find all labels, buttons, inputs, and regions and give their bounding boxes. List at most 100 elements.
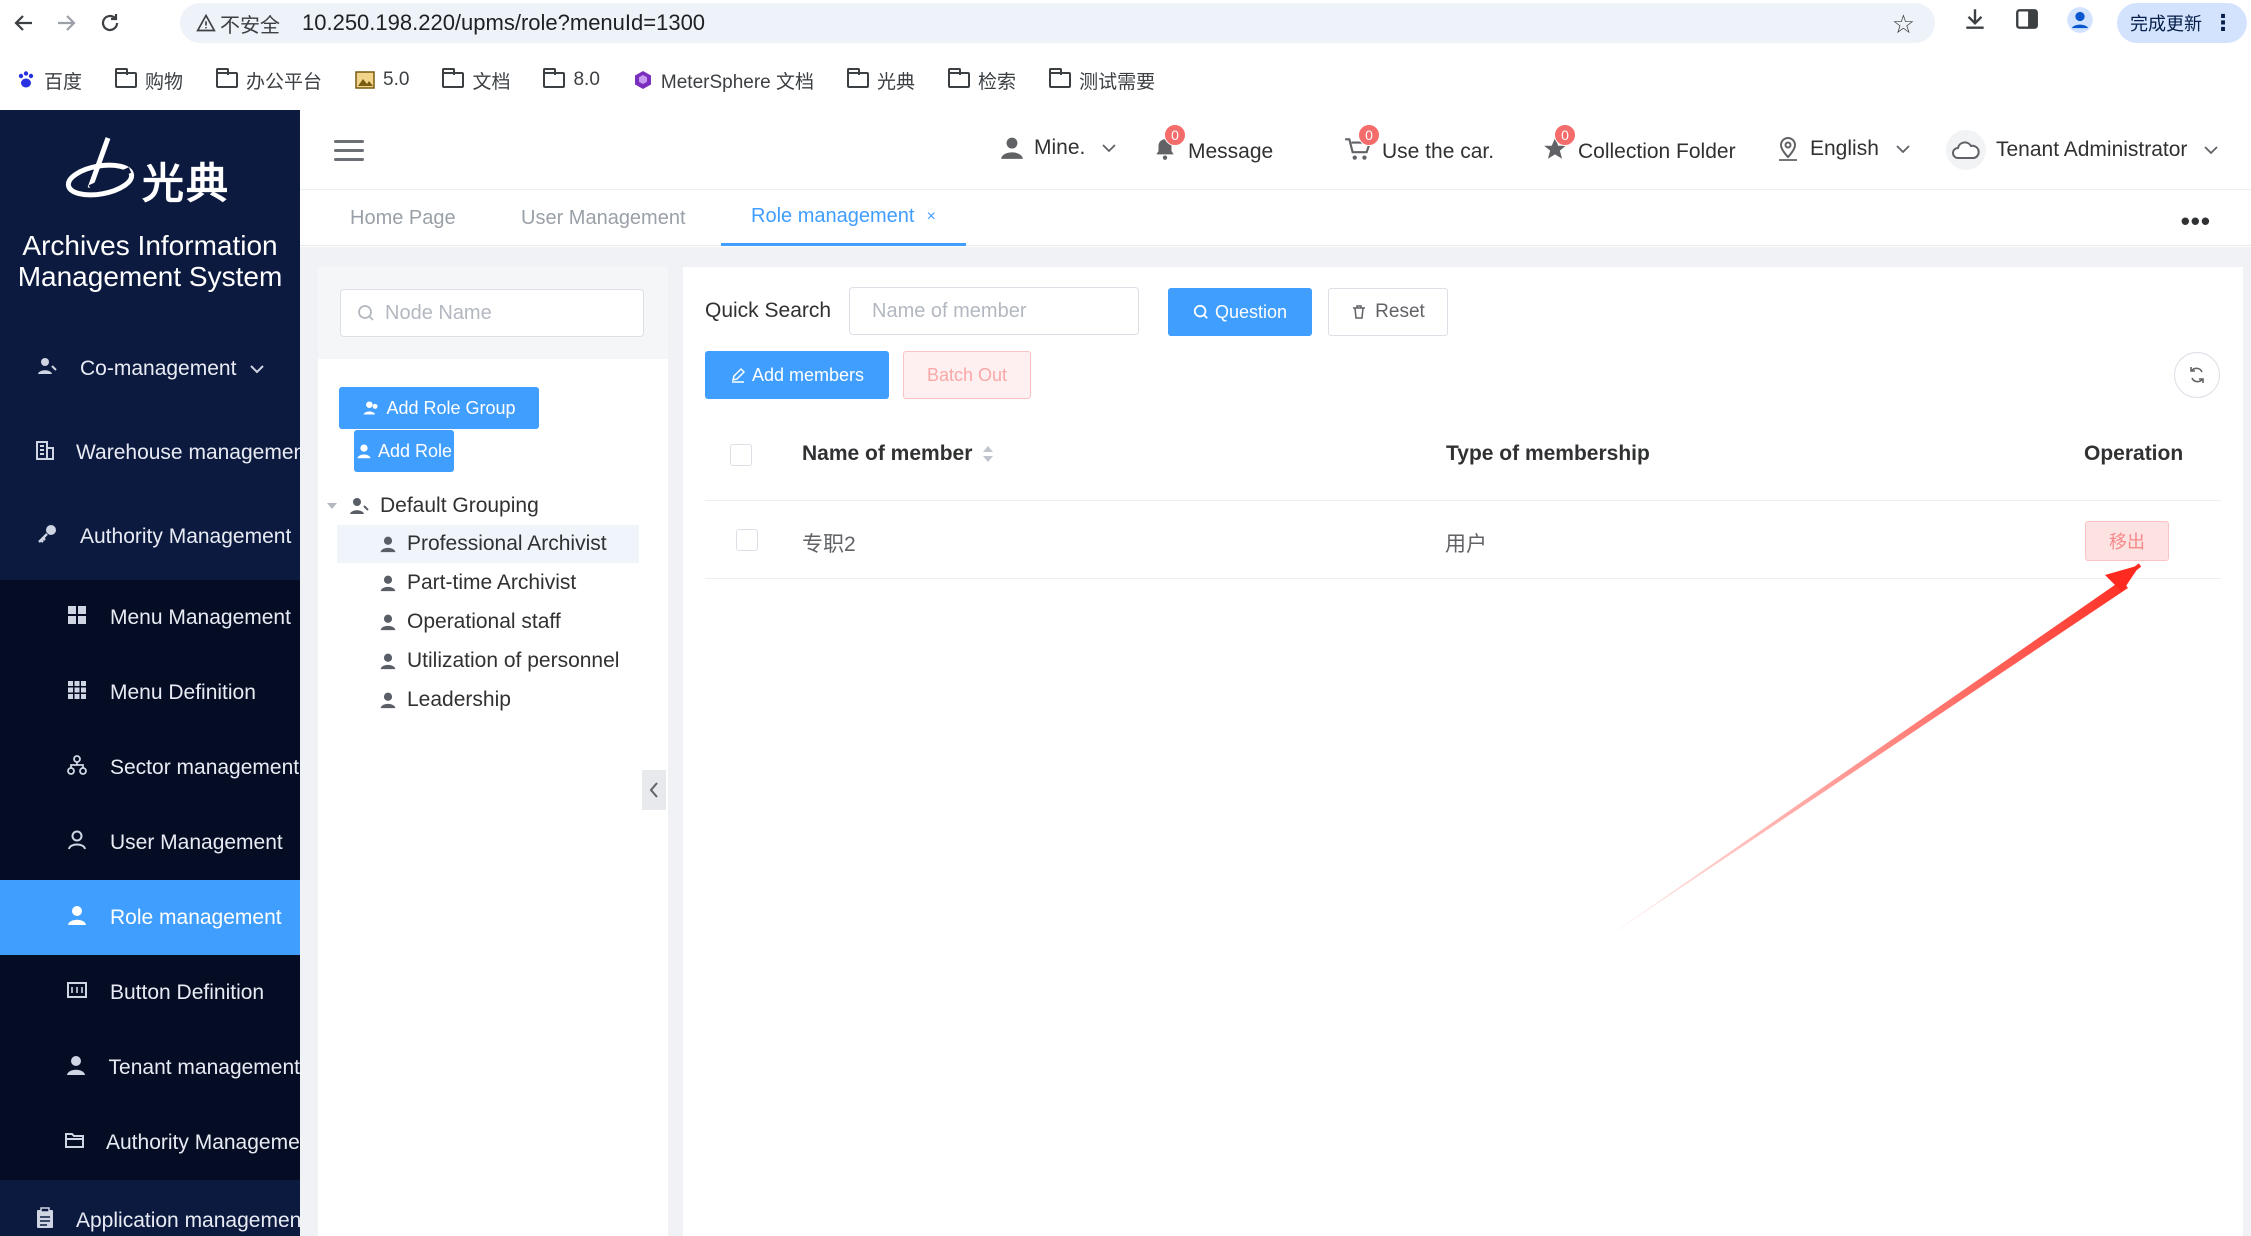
button-box-icon — [64, 979, 90, 1007]
sidebar-item-sector-management[interactable]: Sector management — [0, 730, 300, 805]
sidebar-item-label: Button Definition — [110, 980, 265, 1004]
user-filled-icon — [380, 692, 396, 709]
side-panel-icon[interactable] — [2014, 6, 2040, 39]
tree-node-label: Utilization of personnel — [407, 649, 620, 672]
sidebar-item-menu-definition[interactable]: Menu Definition — [0, 655, 300, 730]
user-filled-icon — [357, 444, 371, 459]
tree-node-operational-staff[interactable]: Operational staff — [379, 603, 561, 641]
sidebar-item-role-management[interactable]: Role management — [0, 880, 300, 955]
tenant-dropdown[interactable]: Tenant Administrator — [1946, 130, 2219, 170]
quick-search-label: Quick Search — [705, 299, 832, 322]
add-members-button[interactable]: Add members — [705, 351, 889, 399]
insecure-label: 不安全 — [220, 14, 280, 37]
tree-node-leadership[interactable]: Leadership — [379, 681, 511, 719]
sidebar-item-menu-management[interactable]: Menu Management — [0, 580, 300, 655]
bookmark-label: 5.0 — [383, 69, 410, 90]
sidebar-item-button-definition[interactable]: Button Definition — [0, 955, 300, 1030]
add-role-button[interactable]: Add Role — [354, 430, 454, 472]
finish-update-button[interactable]: 完成更新 ⋮ — [2117, 3, 2247, 43]
bookmark-star-icon[interactable]: ☆ — [1892, 9, 1915, 40]
table-divider — [705, 578, 2221, 579]
insecure-indicator[interactable]: 不安全 — [196, 9, 280, 38]
star-icon: 0 — [1542, 124, 1576, 168]
back-arrow-icon[interactable] — [0, 0, 48, 46]
reload-icon[interactable] — [86, 0, 134, 46]
sort-caret-icon[interactable] — [982, 445, 994, 463]
user-filled-icon — [380, 536, 396, 553]
bookmark-search[interactable]: 检索 — [947, 67, 1016, 94]
bookmark-office[interactable]: 办公平台 — [215, 67, 323, 94]
collapse-panel-chevron-left-icon[interactable] — [642, 770, 666, 810]
sidebar-item-warehouse-management[interactable]: Warehouse management — [0, 415, 300, 490]
tab-home-page[interactable]: Home Page — [350, 190, 456, 246]
collection-label: Collection Folder — [1578, 140, 1736, 163]
trash-icon — [1353, 305, 1366, 319]
hamburger-menu-icon[interactable] — [334, 140, 364, 162]
add-role-group-button[interactable]: Add Role Group — [339, 387, 539, 429]
download-icon[interactable] — [1962, 6, 1988, 39]
grid-icon — [64, 604, 90, 632]
add-members-label: Add members — [751, 364, 865, 385]
system-title-line2: Management System — [17, 261, 283, 292]
remove-label: 移出 — [2109, 532, 2145, 552]
node-name-placeholder: Node Name — [385, 301, 492, 324]
url-text[interactable]: 10.250.198.220/upms/role?menuId=1300 — [302, 10, 705, 36]
bookmark-shopping[interactable]: 购物 — [114, 67, 183, 94]
tree-node-default-grouping[interactable]: Default Grouping — [326, 487, 539, 525]
bookmark-test-needs[interactable]: 测试需要 — [1048, 67, 1155, 94]
system-title: Archives Information Management System — [0, 230, 300, 292]
question-search-button[interactable]: Question — [1168, 288, 1312, 336]
sidebar-item-authority-management[interactable]: Authority Management — [0, 499, 300, 574]
member-name-search-input[interactable]: Name of member — [849, 287, 1139, 335]
sidebar-item-application-management[interactable]: Application management — [0, 1183, 300, 1236]
chevron-down-icon — [1896, 145, 1910, 154]
bookmark-baidu[interactable]: 百度 — [16, 67, 82, 94]
logo-text: 光典 — [142, 160, 231, 207]
bookmark-8-0[interactable]: 8.0 — [542, 68, 600, 91]
sidebar-item-label: Menu Definition — [110, 680, 256, 704]
sidebar-item-user-management[interactable]: User Management — [0, 805, 300, 880]
column-header-label: Operation — [2084, 442, 2184, 465]
chevron-down-icon — [250, 361, 265, 377]
more-horizontal-icon[interactable]: ••• — [2181, 206, 2211, 237]
bookmark-docs[interactable]: 文档 — [441, 67, 510, 94]
sidebar-item-co-management[interactable]: Co-management — [0, 331, 300, 406]
message-link[interactable]: 0 Message — [1152, 124, 1273, 168]
tree-node-part-time-archivist[interactable]: Part-time Archivist — [379, 564, 576, 602]
forward-arrow-icon[interactable] — [42, 0, 90, 46]
select-all-checkbox[interactable] — [730, 444, 752, 466]
address-bar[interactable]: 不安全 10.250.198.220/upms/role?menuId=1300… — [180, 3, 1935, 43]
row-checkbox[interactable] — [736, 529, 758, 551]
refresh-icon[interactable] — [2174, 352, 2220, 398]
tree-node-professional-archivist[interactable]: Professional Archivist — [337, 525, 639, 563]
node-name-search-input[interactable]: Node Name — [340, 289, 644, 337]
bookmark-metersphere[interactable]: MeterSphere 文档 — [633, 67, 814, 94]
car-link[interactable]: 0 Use the car. — [1344, 124, 1494, 168]
column-header-member-name[interactable]: Name of member — [802, 442, 994, 466]
reset-button[interactable]: Reset — [1328, 288, 1448, 336]
bookmark-label: 8.0 — [573, 69, 600, 90]
tab-label: Home Page — [350, 206, 456, 229]
member-name-cell: 专职2 — [802, 533, 856, 556]
member-panel: Quick Search Name of member Question Res… — [683, 267, 2243, 1236]
batch-out-button[interactable]: Batch Out — [903, 351, 1031, 399]
folder-icon — [114, 68, 138, 88]
close-icon[interactable]: × — [926, 208, 935, 226]
folder-icon — [1048, 68, 1072, 88]
reset-label: Reset — [1375, 301, 1425, 322]
bookmark-label: 办公平台 — [246, 71, 323, 93]
sidebar-item-tenant-management[interactable]: Tenant management — [0, 1030, 300, 1105]
tree-node-utilization-of-personnel[interactable]: Utilization of personnel — [379, 642, 619, 680]
language-dropdown[interactable]: English — [1776, 136, 1911, 162]
mine-dropdown[interactable]: Mine. — [1000, 136, 1117, 160]
collection-folder-link[interactable]: 0 Collection Folder — [1542, 124, 1736, 168]
remove-member-button[interactable]: 移出 — [2085, 521, 2169, 561]
tab-role-management[interactable]: Role management × — [721, 190, 966, 246]
key-icon — [34, 523, 60, 551]
profile-avatar-icon[interactable] — [2066, 6, 2094, 41]
bookmark-guangdian[interactable]: 光典 — [846, 67, 915, 94]
car-count-badge: 0 — [1358, 124, 1380, 146]
sidebar-item-authority-management-sub[interactable]: Authority Management — [0, 1105, 300, 1180]
bookmark-5-0[interactable]: 5.0 — [355, 69, 409, 91]
tab-user-management[interactable]: User Management — [521, 190, 686, 246]
